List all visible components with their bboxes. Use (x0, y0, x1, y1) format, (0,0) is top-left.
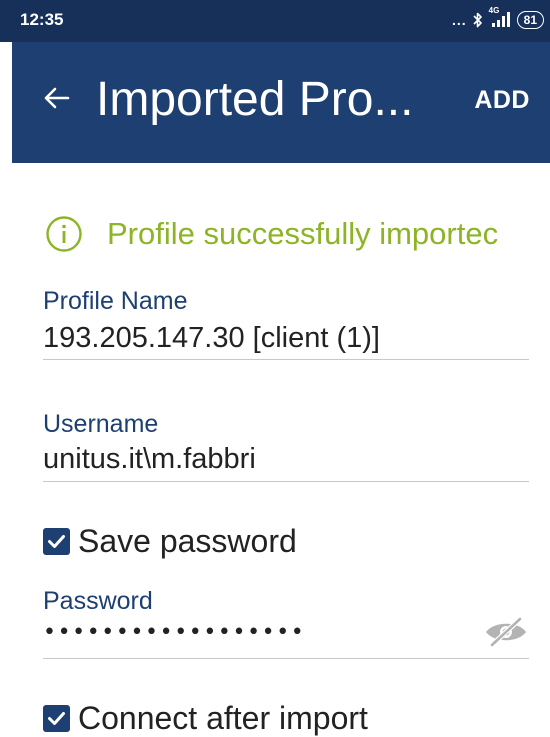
add-button[interactable]: ADD (474, 86, 530, 115)
connect-after-import-checkbox[interactable]: Connect after import (43, 700, 368, 737)
password-input[interactable]: •••••••••••••••••• (43, 620, 305, 645)
connect-after-import-label: Connect after import (78, 700, 368, 736)
status-icons: ... 4G 81 (451, 6, 544, 29)
password-underline (43, 658, 529, 659)
status-time: 12:35 (20, 10, 64, 29)
password-label: Password (43, 587, 153, 615)
import-success-notice: Profile successfully importec (45, 215, 550, 253)
back-arrow-icon[interactable] (42, 84, 70, 116)
save-password-label: Save password (78, 523, 297, 559)
info-icon (45, 215, 107, 253)
more-dots-icon: ... (451, 12, 467, 28)
status-bar: 12:35 ... 4G 81 (0, 0, 550, 42)
profile-name-underline (43, 359, 529, 360)
page-title: Imported Pro... (96, 73, 414, 126)
signal-icon: 4G (489, 6, 511, 29)
username-label: Username (43, 410, 159, 438)
checkbox-checked-icon[interactable] (43, 705, 70, 732)
checkbox-checked-icon[interactable] (43, 528, 70, 555)
app-bar: Imported Pro... ADD (12, 42, 550, 163)
save-password-checkbox[interactable]: Save password (43, 523, 297, 560)
profile-name-label: Profile Name (43, 287, 188, 315)
profile-name-input[interactable]: 193.205.147.30 [client (1)] (43, 322, 380, 355)
notice-text: Profile successfully importec (107, 216, 499, 251)
eye-off-icon[interactable] (482, 616, 530, 651)
battery-icon: 81 (516, 11, 544, 29)
bluetooth-icon (473, 12, 483, 28)
username-underline (43, 481, 529, 482)
username-input[interactable]: unitus.it\m.fabbri (43, 443, 256, 476)
